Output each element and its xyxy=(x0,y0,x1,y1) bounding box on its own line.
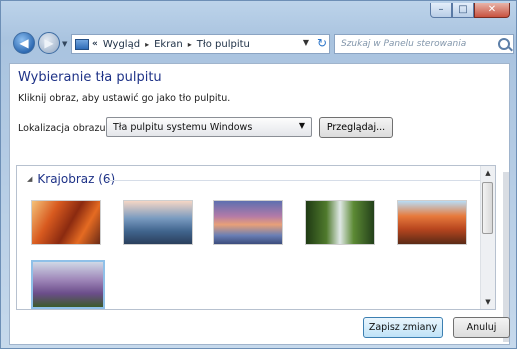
recent-pages-dropdown[interactable]: ▼ xyxy=(62,40,67,48)
navigation-bar: ◀ ▶ ▼ « Wygląd ▸ Ekran ▸ Tło pulpitu ▼ ↻… xyxy=(1,30,516,58)
maximize-button[interactable]: □ xyxy=(452,3,474,18)
breadcrumb-item-display[interactable]: Ekran xyxy=(154,39,183,50)
wallpaper-gallery: ◢ Krajobraz (6) ▲ ▼ xyxy=(16,165,496,310)
breadcrumb-item-appearance[interactable]: Wygląd xyxy=(103,39,140,50)
group-header[interactable]: ◢ Krajobraz (6) xyxy=(27,172,115,186)
breadcrumb-item-desktop-background[interactable]: Tło pulpitu xyxy=(197,39,250,50)
wallpaper-thumbnail[interactable] xyxy=(31,200,101,245)
minimize-button[interactable]: – xyxy=(430,3,452,18)
wallpaper-thumbnail[interactable] xyxy=(123,200,193,245)
location-select[interactable]: Tła pulpitu systemu Windows ▼ xyxy=(106,117,312,137)
forward-button[interactable]: ▶ xyxy=(38,32,60,54)
title-bar: – □ ✕ xyxy=(1,1,516,23)
main-content: Wybieranie tła pulpitu Kliknij obraz, ab… xyxy=(9,63,510,345)
gallery-scrollbar[interactable]: ▲ ▼ xyxy=(480,166,495,309)
control-panel-window: – □ ✕ ◀ ▶ ▼ « Wygląd ▸ Ekran ▸ Tło pulpi… xyxy=(0,0,517,349)
page-instruction: Kliknij obraz, aby ustawić go jako tło p… xyxy=(18,93,231,104)
wallpaper-thumbnail[interactable] xyxy=(305,200,375,245)
wallpaper-thumbnail[interactable] xyxy=(397,200,467,245)
collapse-arrow-icon[interactable]: ◢ xyxy=(27,175,32,183)
browse-button[interactable]: Przeglądaj... xyxy=(319,117,393,138)
refresh-icon[interactable]: ↻ xyxy=(317,36,327,50)
back-button[interactable]: ◀ xyxy=(13,32,35,54)
page-title: Wybieranie tła pulpitu xyxy=(18,70,162,85)
address-bar[interactable]: « Wygląd ▸ Ekran ▸ Tło pulpitu ▼ ↻ xyxy=(71,34,330,54)
save-changes-button[interactable]: Zapisz zmiany xyxy=(363,317,443,338)
scroll-up-icon[interactable]: ▲ xyxy=(481,166,495,180)
search-placeholder: Szukaj w Panelu sterowania xyxy=(341,39,467,49)
cancel-button[interactable]: Anuluj xyxy=(453,317,510,338)
breadcrumb-overflow[interactable]: « xyxy=(92,39,98,49)
wallpaper-thumbnail[interactable] xyxy=(213,200,283,245)
close-button[interactable]: ✕ xyxy=(474,3,510,18)
breadcrumb-separator[interactable]: ▸ xyxy=(188,40,192,49)
group-title: Krajobraz (6) xyxy=(37,172,116,186)
location-select-value: Tła pulpitu systemu Windows xyxy=(113,121,253,133)
arrow-right-icon: ▶ xyxy=(44,36,54,50)
wallpaper-thumbnail-selected[interactable] xyxy=(31,260,105,309)
arrow-left-icon: ◀ xyxy=(19,36,29,50)
scroll-thumb[interactable] xyxy=(482,182,493,234)
scroll-down-icon[interactable]: ▼ xyxy=(481,295,495,309)
chevron-down-icon[interactable]: ▼ xyxy=(303,38,309,47)
location-label: Lokalizacja obrazu: xyxy=(18,123,109,134)
group-divider xyxy=(105,180,485,181)
chevron-down-icon: ▼ xyxy=(298,121,305,130)
search-icon[interactable] xyxy=(498,38,510,50)
window-controls: – □ ✕ xyxy=(430,3,510,18)
control-panel-icon xyxy=(75,38,89,50)
breadcrumb-separator[interactable]: ▸ xyxy=(145,40,149,49)
search-input[interactable]: Szukaj w Panelu sterowania xyxy=(334,34,514,54)
